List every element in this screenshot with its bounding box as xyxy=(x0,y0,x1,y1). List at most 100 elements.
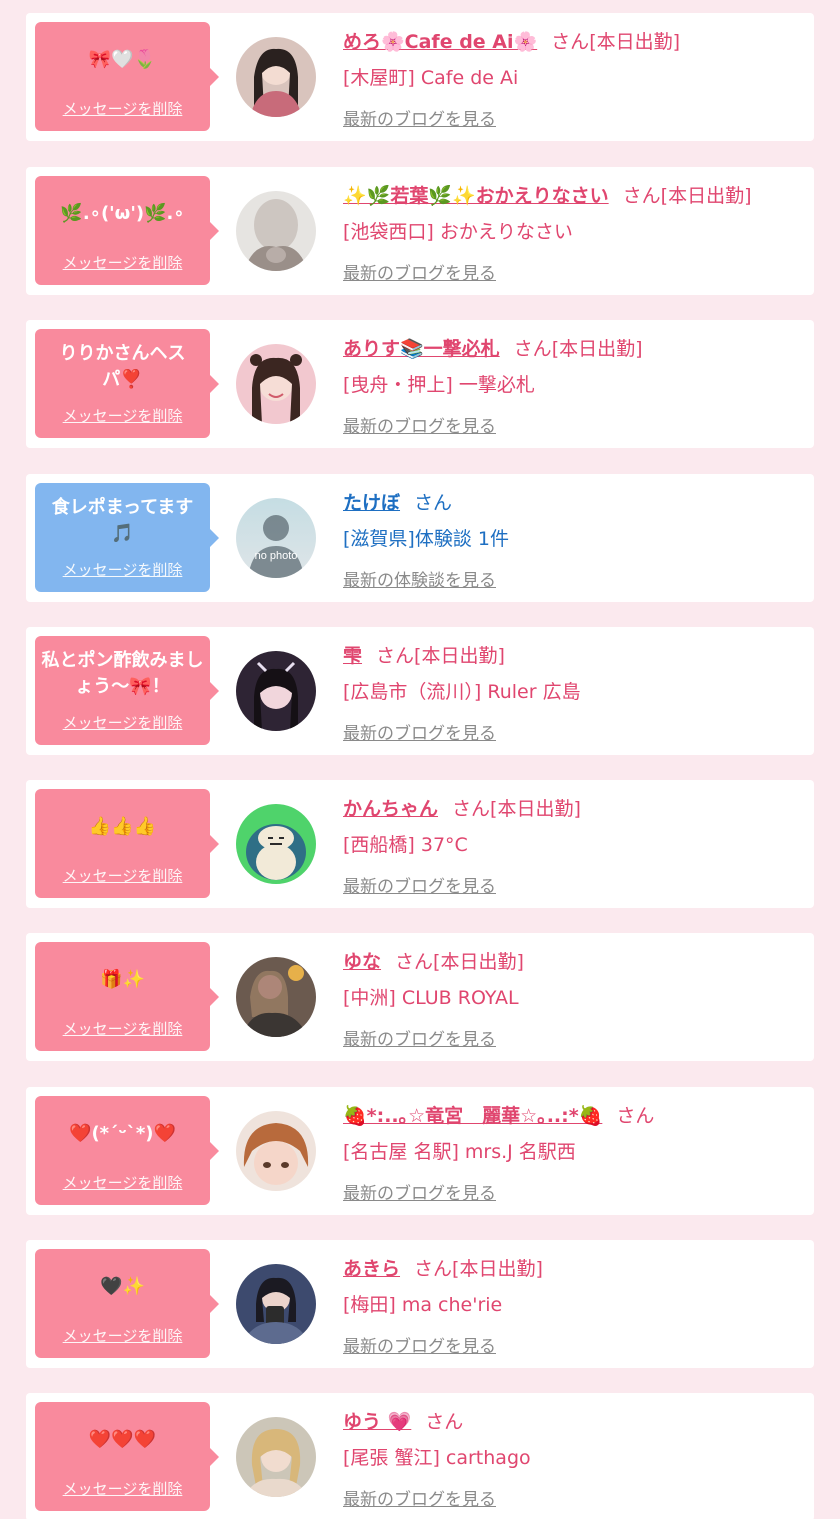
latest-blog-link[interactable]: 最新のブログを見る xyxy=(343,105,496,130)
name-line: ありす📚一撃必札 さん[本日出勤] xyxy=(343,334,643,361)
girl-photo-icon[interactable] xyxy=(236,1264,316,1344)
message-card: 🖤✨ メッセージを削除 あきら さん[本日出勤] [梅田] ma che'rie … xyxy=(26,1240,814,1368)
location-text: [曳舟・押上] 一撃必札 xyxy=(343,374,535,396)
message-bubble: ❤️(*´ᵕ`*)❤️ メッセージを削除 xyxy=(35,1096,219,1205)
girl-photo-icon[interactable] xyxy=(236,344,316,424)
latest-review-link[interactable]: 最新の体験談を見る xyxy=(343,566,496,591)
name-line: 🍓*:..｡☆竜宮 麗華☆｡..:*🍓 さん xyxy=(343,1101,654,1128)
delete-message-link[interactable]: メッセージを削除 xyxy=(35,712,210,733)
location-text: [滋賀県]体験談 1件 xyxy=(343,528,509,550)
blurred-photo-icon[interactable] xyxy=(236,191,316,271)
message-text: 👍👍👍 xyxy=(88,816,157,837)
message-card: 👍👍👍 メッセージを削除 かんちゃん さん[本日出勤] [西船橋] 37°C 最新… xyxy=(26,780,814,908)
location-text: [木屋町] Cafe de Ai xyxy=(343,67,519,89)
user-name-link[interactable]: たけぼ xyxy=(343,492,400,514)
latest-blog-link[interactable]: 最新のブログを見る xyxy=(343,1332,496,1357)
honorific: さん xyxy=(376,645,415,667)
girl-photo-icon[interactable] xyxy=(236,37,316,117)
no-photo-label: no photo xyxy=(255,550,298,562)
latest-blog-link[interactable]: 最新のブログを見る xyxy=(343,872,496,897)
honorific: さん xyxy=(622,185,661,207)
status-label: [本日出勤] xyxy=(414,645,505,667)
location-text: [池袋西口] おかえりなさい xyxy=(343,221,573,243)
status-label: [本日出勤] xyxy=(452,1258,543,1280)
delete-message-link[interactable]: メッセージを削除 xyxy=(35,1478,210,1499)
message-list: 🎀🤍🌷 メッセージを削除 めろ🌸Cafe de Ai🌸 さん[本日出勤] [木屋町… xyxy=(0,0,840,1519)
name-line: ✨🌿若葉🌿✨おかえりなさい さん[本日出勤] xyxy=(343,181,751,208)
message-text: 🖤✨ xyxy=(100,1276,145,1297)
latest-blog-link[interactable]: 最新のブログを見る xyxy=(343,1485,496,1510)
latest-blog-link[interactable]: 最新のブログを見る xyxy=(343,412,496,437)
no-photo-icon[interactable]: no photo xyxy=(236,498,316,578)
name-line: めろ🌸Cafe de Ai🌸 さん[本日出勤] xyxy=(343,27,680,54)
message-bubble: りりかさんヘスパ❣️ メッセージを削除 xyxy=(35,329,219,438)
message-text: りりかさんヘスパ❣️ xyxy=(59,343,186,390)
delete-message-link[interactable]: メッセージを削除 xyxy=(35,1172,210,1193)
message-card: ❤️(*´ᵕ`*)❤️ メッセージを削除 🍓*:..｡☆竜宮 麗華☆｡..:*🍓… xyxy=(26,1087,814,1215)
location-text: [中洲] CLUB ROYAL xyxy=(343,987,519,1009)
girl-name-link[interactable]: 🍓*:..｡☆竜宮 麗華☆｡..:*🍓 xyxy=(343,1105,602,1127)
name-line: ゆう 💗 さん xyxy=(343,1407,463,1434)
message-bubble: 私とポン酢飲みましょう〜🎀！ メッセージを削除 xyxy=(35,636,219,745)
latest-blog-link[interactable]: 最新のブログを見る xyxy=(343,1179,496,1204)
delete-message-link[interactable]: メッセージを削除 xyxy=(35,405,210,426)
girl-photo-icon[interactable] xyxy=(236,957,316,1037)
girl-photo-icon[interactable] xyxy=(236,1111,316,1191)
message-bubble: 🎀🤍🌷 メッセージを削除 xyxy=(35,22,219,131)
delete-message-link[interactable]: メッセージを削除 xyxy=(35,865,210,886)
message-text: 私とポン酢飲みましょう〜🎀！ xyxy=(41,650,204,697)
girl-name-link[interactable]: ゆな xyxy=(343,951,381,973)
girl-photo-icon[interactable] xyxy=(236,1417,316,1497)
message-text: 🌿.∘('ω')🌿.∘ xyxy=(60,203,185,224)
delete-message-link[interactable]: メッセージを削除 xyxy=(35,98,210,119)
message-card: りりかさんヘスパ❣️ メッセージを削除 ありす📚一撃必札 さん[本日出勤] [曳舟… xyxy=(26,320,814,448)
message-bubble: ❤️❤️❤️ メッセージを削除 xyxy=(35,1402,219,1511)
status-label: [本日出勤] xyxy=(660,185,752,207)
message-bubble: 食レポまってます🎵 メッセージを削除 xyxy=(35,483,219,592)
honorific: さん xyxy=(414,1258,453,1280)
girl-name-link[interactable]: ✨🌿若葉🌿✨おかえりなさい xyxy=(343,185,609,207)
latest-blog-link[interactable]: 最新のブログを見る xyxy=(343,259,496,284)
message-card: 🎁✨ メッセージを削除 ゆな さん[本日出勤] [中洲] CLUB ROYAL 最… xyxy=(26,933,814,1061)
girl-name-link[interactable]: かんちゃん xyxy=(343,798,438,820)
name-line: 雫さん[本日出勤] xyxy=(343,641,505,668)
honorific: さん xyxy=(425,1411,464,1433)
girl-photo-icon[interactable] xyxy=(236,651,316,731)
message-bubble: 👍👍👍 メッセージを削除 xyxy=(35,789,219,898)
status-label: [本日出勤] xyxy=(490,798,581,820)
name-line: たけぼ さん xyxy=(343,488,452,515)
girl-name-link[interactable]: ゆう 💗 xyxy=(343,1411,411,1433)
message-card: 私とポン酢飲みましょう〜🎀！ メッセージを削除 雫さん[本日出勤] [広島市（流… xyxy=(26,627,814,755)
message-bubble: 🌿.∘('ω')🌿.∘ メッセージを削除 xyxy=(35,176,219,285)
message-bubble: 🖤✨ メッセージを削除 xyxy=(35,1249,219,1358)
message-text: ❤️❤️❤️ xyxy=(88,1429,157,1450)
snorlax-icon[interactable] xyxy=(236,804,316,884)
message-text: 食レポまってます🎵 xyxy=(51,497,194,544)
latest-blog-link[interactable]: 最新のブログを見る xyxy=(343,719,496,744)
message-card: 🎀🤍🌷 メッセージを削除 めろ🌸Cafe de Ai🌸 さん[本日出勤] [木屋町… xyxy=(26,13,814,141)
message-card: ❤️❤️❤️ メッセージを削除 ゆう 💗 さん [尾張 蟹江] carthago … xyxy=(26,1393,814,1519)
location-text: [名古屋 名駅] mrs.J 名駅西 xyxy=(343,1141,576,1163)
location-text: [梅田] ma che'rie xyxy=(343,1294,503,1316)
honorific: さん xyxy=(395,951,434,973)
location-text: [尾張 蟹江] carthago xyxy=(343,1447,531,1469)
girl-name-link[interactable]: 雫 xyxy=(343,645,362,667)
latest-blog-link[interactable]: 最新のブログを見る xyxy=(343,1025,496,1050)
honorific: さん xyxy=(616,1105,655,1127)
message-text: 🎁✨ xyxy=(100,969,145,990)
message-text: ❤️(*´ᵕ`*)❤️ xyxy=(69,1123,176,1144)
message-bubble: 🎁✨ メッセージを削除 xyxy=(35,942,219,1051)
location-text: [広島市（流川）] Ruler 広島 xyxy=(343,681,581,703)
delete-message-link[interactable]: メッセージを削除 xyxy=(35,252,210,273)
name-line: ゆな さん[本日出勤] xyxy=(343,947,524,974)
girl-name-link[interactable]: ありす📚一撃必札 xyxy=(343,338,500,360)
message-card: 食レポまってます🎵 メッセージを削除 no photo たけぼ さん [滋賀県]体… xyxy=(26,474,814,602)
delete-message-link[interactable]: メッセージを削除 xyxy=(35,559,210,580)
girl-name-link[interactable]: あきら xyxy=(343,1258,400,1280)
delete-message-link[interactable]: メッセージを削除 xyxy=(35,1018,210,1039)
status-label: [本日出勤] xyxy=(433,951,524,973)
status-label: [本日出勤] xyxy=(589,31,681,53)
girl-name-link[interactable]: めろ🌸Cafe de Ai🌸 xyxy=(343,31,537,53)
delete-message-link[interactable]: メッセージを削除 xyxy=(35,1325,210,1346)
name-line: かんちゃん さん[本日出勤] xyxy=(343,794,581,821)
